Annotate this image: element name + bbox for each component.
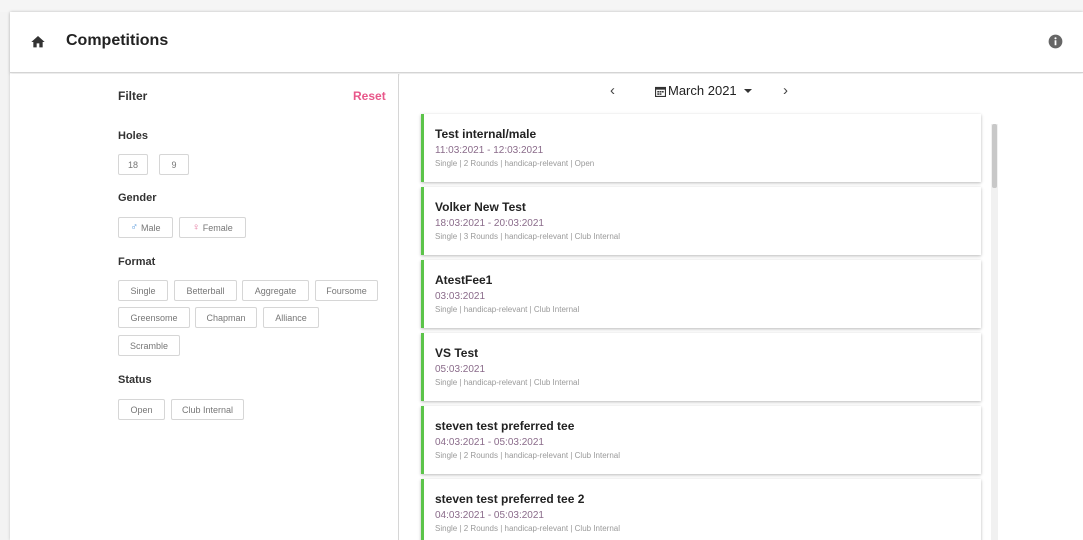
competition-card[interactable]: steven test preferred tee 2 04:03:2021 -… — [421, 479, 981, 540]
status-chip-open[interactable]: Open — [118, 399, 165, 420]
chip-label: Foursome — [326, 285, 367, 296]
competition-dates: 04:03:2021 - 05:03:2021 — [435, 510, 544, 521]
competition-card[interactable]: Test internal/male 11:03:2021 - 12:03:20… — [421, 114, 981, 182]
gender-chip-male[interactable]: ♂ Male — [118, 217, 173, 238]
competition-meta: Single | 2 Rounds | handicap-relevant | … — [435, 451, 621, 460]
competition-list: Test internal/male 11:03:2021 - 12:03:20… — [400, 74, 1000, 540]
format-chip-aggregate[interactable]: Aggregate — [242, 280, 309, 301]
chip-label: Male — [140, 222, 161, 233]
filter-panel: Filter Reset Holes 18 9 Gender ♂ Male ♀ … — [10, 74, 399, 540]
reset-button[interactable]: Reset — [353, 89, 386, 103]
female-symbol-icon: ♀ — [192, 222, 200, 233]
chip-label: Chapman — [206, 312, 246, 323]
chip-label: 9 — [171, 159, 177, 170]
format-chip-single[interactable]: Single — [118, 280, 168, 301]
competition-dates: 18:03:2021 - 20:03:2021 — [435, 218, 544, 229]
male-symbol-icon: ♂ — [130, 222, 138, 233]
format-chip-alliance[interactable]: Alliance — [263, 307, 319, 328]
competition-title: Test internal/male — [435, 127, 537, 141]
format-chip-chapman[interactable]: Chapman — [195, 307, 257, 328]
competition-title: steven test preferred tee 2 — [435, 492, 585, 506]
filter-title: Filter — [118, 89, 148, 103]
format-label: Format — [118, 256, 156, 268]
chip-label: 18 — [127, 159, 138, 170]
gender-chip-female[interactable]: ♀ Female — [179, 217, 246, 238]
status-chip-club-internal[interactable]: Club Internal — [171, 399, 244, 420]
competition-dates: 05:03:2021 — [435, 364, 486, 375]
competition-title: steven test preferred tee — [435, 419, 575, 433]
chip-label: Aggregate — [254, 285, 297, 296]
competition-dates: 11:03:2021 - 12:03:2021 — [435, 145, 544, 156]
home-icon[interactable] — [30, 34, 46, 50]
info-icon[interactable] — [1048, 34, 1063, 49]
chip-label: Scramble — [129, 340, 168, 351]
chip-label: Alliance — [275, 312, 307, 323]
gender-label: Gender — [118, 192, 157, 204]
competition-card[interactable]: VS Test 05:03:2021 Single | handicap-rel… — [421, 333, 981, 401]
competition-meta: Single | 3 Rounds | handicap-relevant | … — [435, 232, 621, 241]
competition-title: VS Test — [435, 346, 479, 360]
competition-card[interactable]: AtestFee1 03:03:2021 Single | handicap-r… — [421, 260, 981, 328]
holes-label: Holes — [118, 130, 148, 142]
competition-dates: 03:03:2021 — [435, 291, 486, 302]
competition-meta: Single | 2 Rounds | handicap-relevant | … — [435, 524, 621, 533]
competition-meta: Single | handicap-relevant | Club Intern… — [435, 305, 580, 314]
chip-label: Club Internal — [181, 404, 234, 415]
format-chip-betterball[interactable]: Betterball — [174, 280, 237, 301]
scrollbar-thumb[interactable] — [992, 124, 997, 188]
competition-meta: Single | 2 Rounds | handicap-relevant | … — [435, 159, 595, 168]
holes-chip-9[interactable]: 9 — [159, 154, 189, 175]
top-strip — [0, 0, 1083, 12]
competition-title: Volker New Test — [435, 200, 526, 214]
competition-meta: Single | handicap-relevant | Club Intern… — [435, 378, 580, 387]
holes-chip-18[interactable]: 18 — [118, 154, 148, 175]
app-window: Competitions Filter Reset Holes 18 9 Gen… — [10, 12, 1083, 540]
competition-card[interactable]: steven test preferred tee 04:03:2021 - 0… — [421, 406, 981, 474]
chip-label: Betterball — [186, 285, 225, 296]
competition-dates: 04:03:2021 - 05:03:2021 — [435, 437, 544, 448]
chip-label: Open — [130, 404, 153, 415]
format-chip-greensome[interactable]: Greensome — [118, 307, 190, 328]
status-label: Status — [118, 374, 152, 386]
format-chip-foursome[interactable]: Foursome — [315, 280, 378, 301]
chip-label: Greensome — [130, 312, 178, 323]
list-scrollbar[interactable] — [991, 124, 998, 540]
competition-list-panel: ‹ March 2021 › Test internal/male 11:03:… — [400, 74, 1083, 540]
chip-label: Female — [202, 222, 233, 233]
competition-card[interactable]: Volker New Test 18:03:2021 - 20:03:2021 … — [421, 187, 981, 255]
app-header: Competitions — [10, 12, 1083, 73]
competition-title: AtestFee1 — [435, 273, 493, 287]
page-title: Competitions — [66, 32, 169, 49]
chip-label: Single — [130, 285, 156, 296]
format-chip-scramble[interactable]: Scramble — [118, 335, 180, 356]
